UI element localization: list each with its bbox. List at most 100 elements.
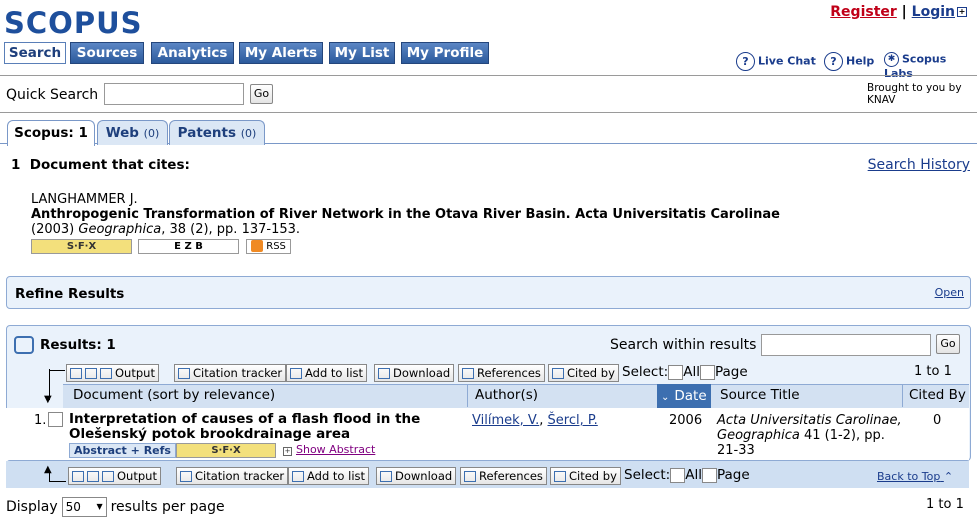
tab-scopus[interactable]: Scopus: 1 [7, 120, 95, 146]
col-divider [467, 385, 468, 407]
quick-search-input[interactable] [104, 83, 244, 105]
authors-cell: Vilímek, V., Šercl, P. [472, 413, 598, 428]
output-icon [72, 471, 84, 482]
author-link[interactable]: Šercl, P. [548, 413, 598, 428]
row-number: 1. [34, 413, 47, 428]
select-page-checkbox[interactable] [699, 364, 715, 380]
nav-analytics[interactable]: Analytics [151, 42, 234, 64]
print-icon [85, 368, 97, 379]
download-button[interactable]: Download [376, 467, 457, 485]
rss-button[interactable]: RSS [246, 239, 291, 254]
citation-tracker-button[interactable]: Citation tracker [176, 467, 289, 485]
references-icon [464, 471, 476, 482]
rss-icon [251, 240, 264, 252]
col-source[interactable]: Source Title [720, 387, 800, 403]
nav-my-profile[interactable]: My Profile [401, 42, 489, 64]
cited-reference: LANGHAMMER J. Anthropogenic Transformati… [31, 192, 780, 237]
list-icon [292, 471, 304, 482]
chevron-down-icon: ▼ [96, 502, 103, 511]
sfx-link-button[interactable]: S·F·X [31, 239, 132, 254]
cited-by-count: 0 [933, 413, 942, 428]
header-divider [0, 75, 977, 76]
row-sfx-link-button[interactable]: S·F·X [176, 443, 276, 458]
download-button[interactable]: Download [374, 364, 455, 382]
output-icon [70, 368, 82, 379]
source-cell: Acta Universitatis Carolinae, Geographic… [717, 413, 902, 458]
refresh-icon [14, 336, 34, 354]
search-within-label: Search within results [610, 337, 757, 353]
account-links: Register | Login + [830, 4, 967, 20]
refine-results-title: Refine Results [15, 286, 125, 302]
help-link[interactable]: ? Help [824, 52, 874, 71]
search-within-input[interactable] [761, 334, 931, 356]
cited-by-icon [554, 471, 566, 482]
chat-icon: ? [736, 52, 755, 71]
nav-sources[interactable]: Sources [70, 42, 144, 64]
tab-web[interactable]: Web (0) [97, 120, 168, 145]
document-title-link[interactable]: Interpretation of causes of a flash floo… [69, 412, 459, 442]
select-controls: Select: All Page [624, 467, 750, 483]
back-to-top-link[interactable]: Back to Top ⌃ [877, 470, 953, 483]
sort-down-icon: ⌄ [661, 392, 670, 403]
search-within-go-button[interactable]: Go [936, 334, 960, 354]
quick-search-go-button[interactable]: Go [250, 84, 273, 104]
register-link[interactable]: Register [830, 4, 897, 20]
print-icon [87, 471, 99, 482]
nav-search[interactable]: Search [4, 42, 66, 64]
lightbulb-icon: ✱ [884, 52, 899, 67]
cited-by-button[interactable]: Cited by [548, 364, 619, 382]
ezb-link-button[interactable]: E Z B [138, 239, 239, 254]
login-link[interactable]: Login [912, 4, 955, 20]
tab-patents[interactable]: Patents (0) [169, 120, 265, 145]
select-controls: Select: All Page [622, 364, 748, 380]
author-link[interactable]: Vilímek, V. [472, 413, 539, 428]
down-arrow-icon: ▼ [44, 394, 52, 405]
add-to-list-button[interactable]: Add to list [286, 364, 368, 382]
live-chat-link[interactable]: ? Live Chat [736, 52, 816, 71]
results-per-page: Display 50 ▼ results per page [6, 497, 225, 517]
reference-title: Anthropogenic Transformation of River Ne… [31, 207, 780, 222]
cites-heading: 1 Document that cites: [11, 157, 190, 173]
nav-my-list[interactable]: My List [329, 42, 395, 64]
output-button[interactable]: Output [68, 467, 161, 485]
chevron-up-icon: ⌃ [943, 470, 954, 483]
search-history-link[interactable]: Search History [868, 157, 970, 173]
select-all-checkbox[interactable] [668, 364, 684, 380]
references-button[interactable]: References [460, 467, 547, 485]
references-button[interactable]: References [458, 364, 545, 382]
row-checkbox[interactable] [48, 412, 63, 427]
brought-to-you-text: Brought to you by KNAV [867, 82, 962, 106]
chart-icon [180, 471, 192, 482]
top-arrow-branch [49, 370, 65, 371]
show-abstract-toggle[interactable]: + Show Abstract [283, 443, 375, 456]
col-authors[interactable]: Author(s) [475, 387, 538, 403]
nav-my-alerts[interactable]: My Alerts [239, 42, 323, 64]
cited-by-button[interactable]: Cited by [550, 467, 621, 485]
results-title: Results: 1 [14, 336, 116, 354]
pager-bottom: 1 to 1 [926, 497, 964, 512]
citation-tracker-button[interactable]: Citation tracker [174, 364, 287, 382]
results-per-page-select[interactable]: 50 ▼ [61, 497, 107, 517]
pager-top: 1 to 1 [914, 364, 952, 379]
expand-plus-icon[interactable]: + [957, 7, 967, 17]
refine-open-link[interactable]: Open [935, 286, 964, 299]
scopus-logo[interactable]: SCOPUS [4, 6, 143, 40]
email-icon [100, 368, 112, 379]
col-cited-by[interactable]: Cited By [909, 387, 966, 403]
list-icon [290, 368, 302, 379]
col-divider [902, 385, 903, 407]
up-arrow-icon: ▲ [44, 464, 52, 475]
abstract-refs-link[interactable]: Abstract + Refs [69, 443, 176, 458]
select-all-checkbox[interactable] [670, 467, 686, 483]
quick-search-divider [0, 112, 977, 113]
download-icon [380, 471, 392, 482]
col-document[interactable]: Document (sort by relevance) [73, 387, 275, 403]
select-page-checkbox[interactable] [701, 467, 717, 483]
download-icon [378, 368, 390, 379]
references-icon [462, 368, 474, 379]
reference-author: LANGHAMMER J. [31, 192, 138, 207]
output-button[interactable]: Output [66, 364, 159, 382]
col-date[interactable]: ⌄ Date [657, 384, 711, 408]
reference-source: (2003) Geographica, 38 (2), pp. 137-153. [31, 222, 301, 237]
add-to-list-button[interactable]: Add to list [288, 467, 370, 485]
